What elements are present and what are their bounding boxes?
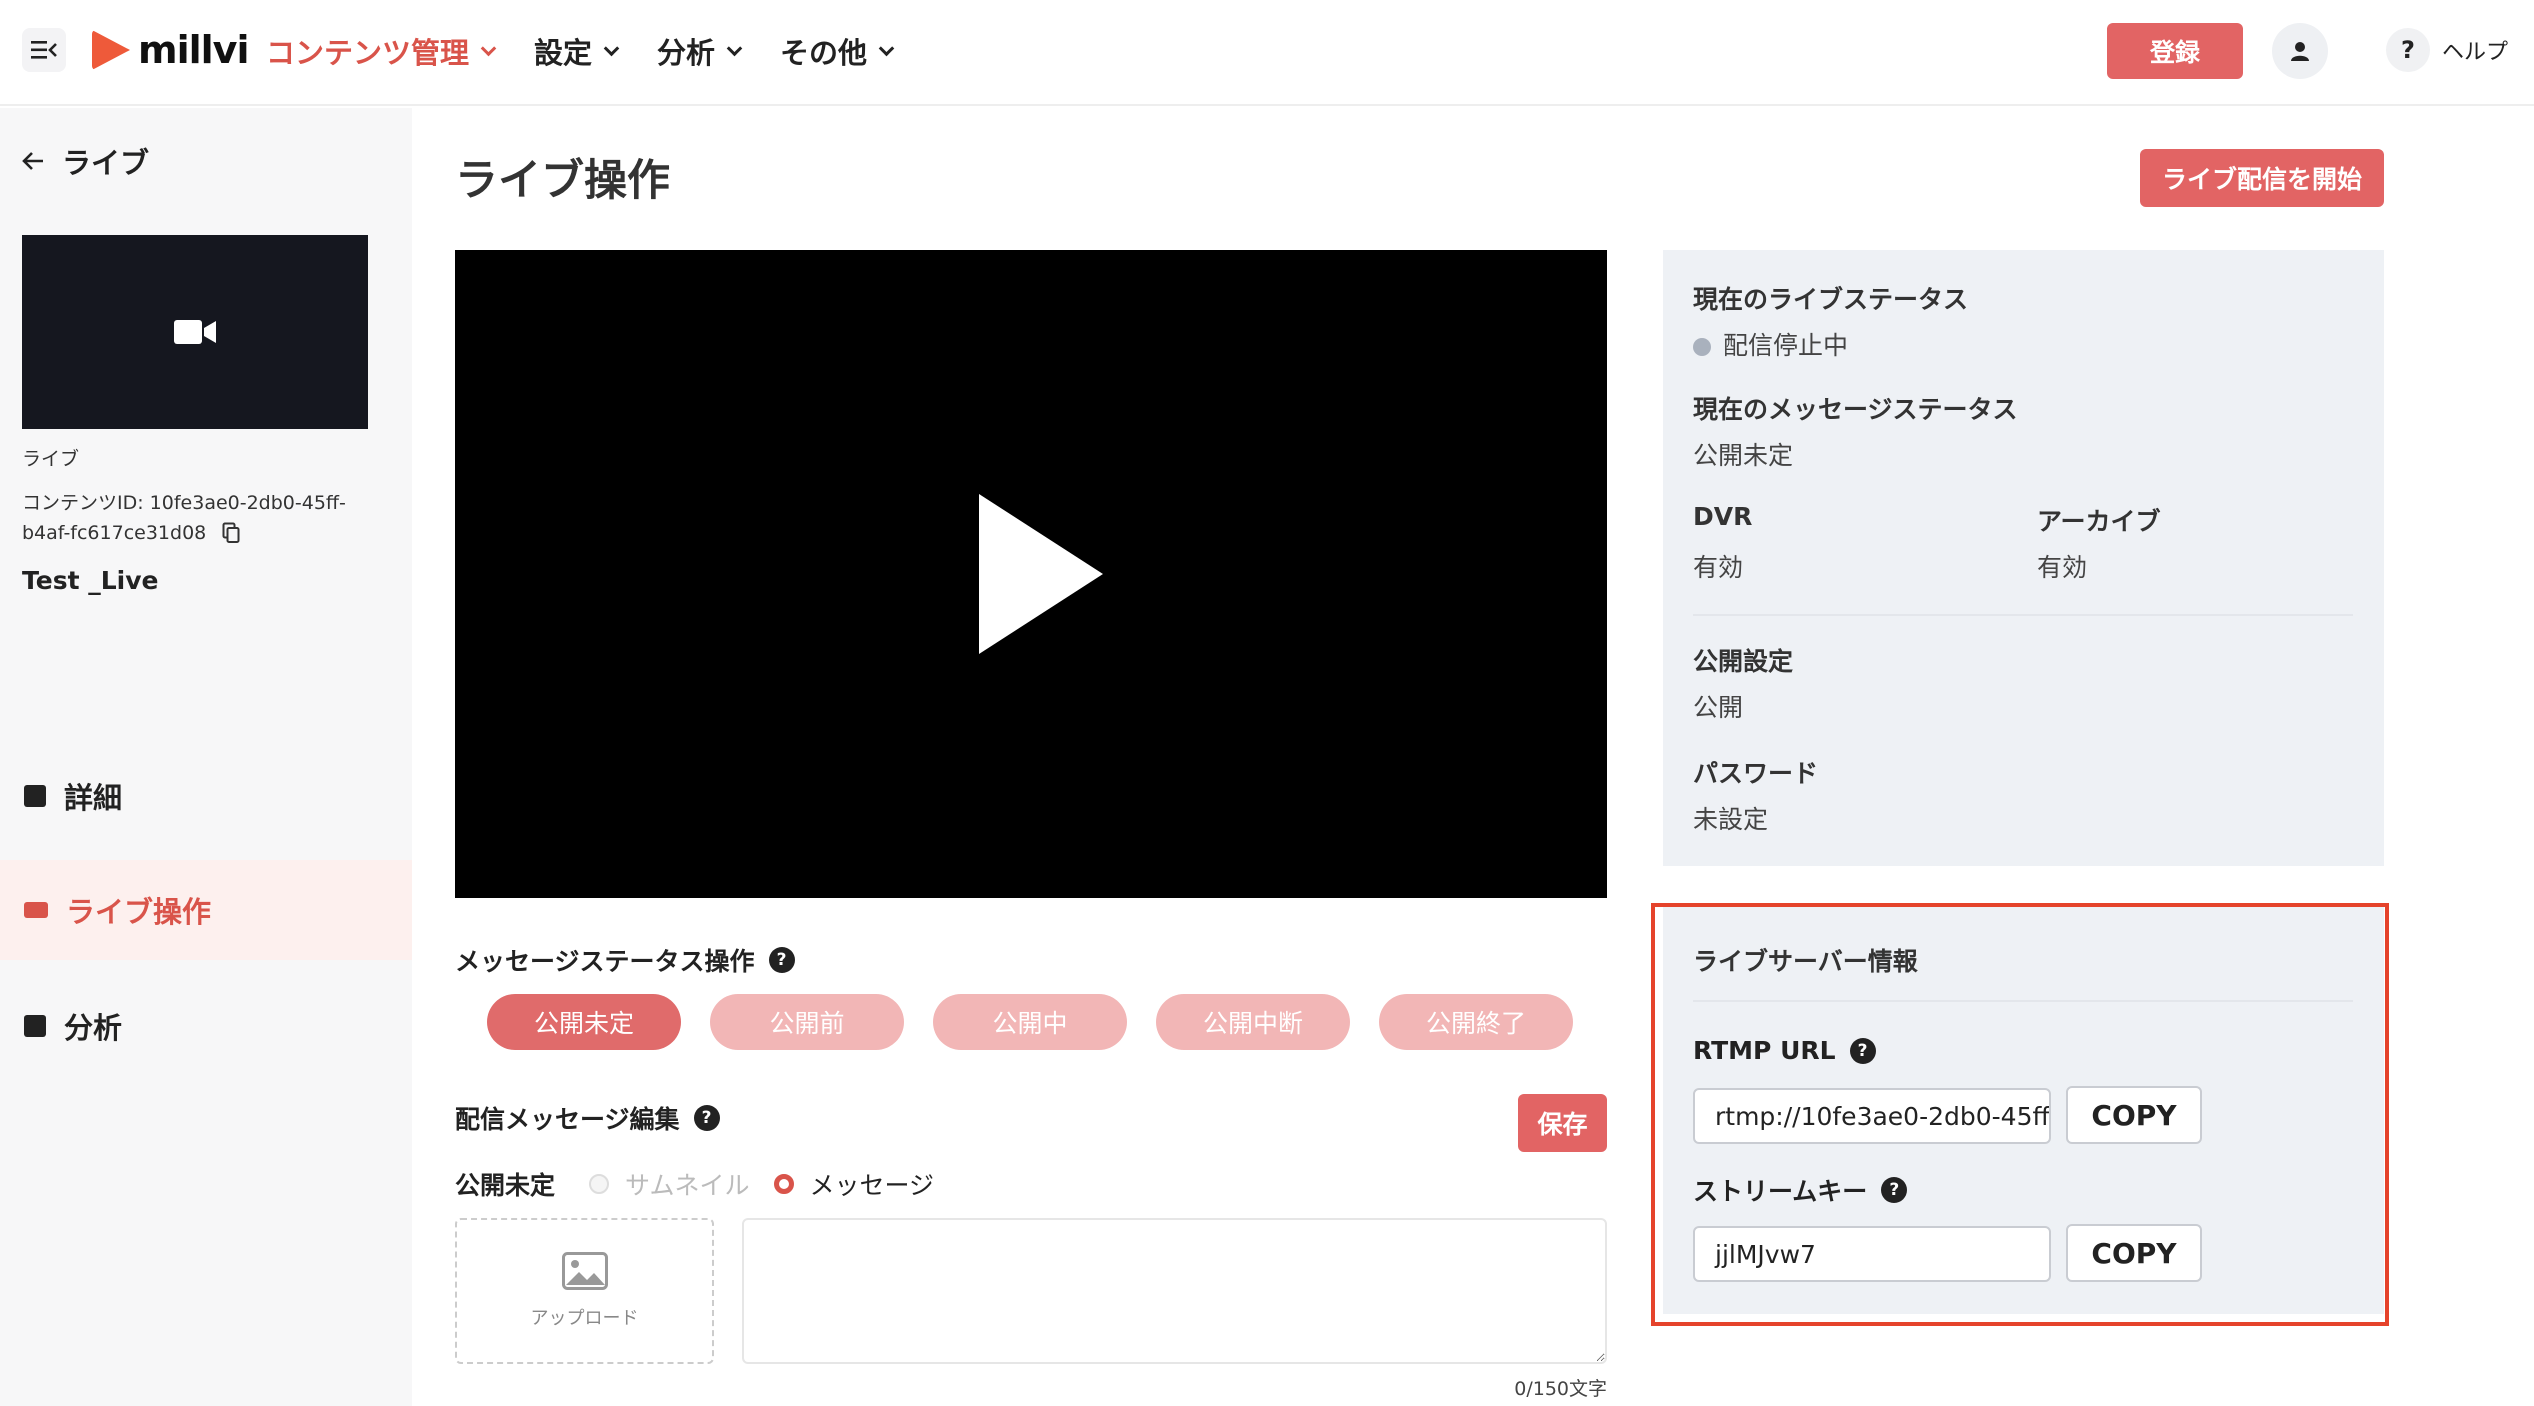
chevron-down-icon [878,40,895,56]
radio-message[interactable] [773,1174,794,1194]
logo-text: millvi [138,28,249,72]
message-status-label: メッセージステータス操作 [455,947,755,976]
radio-message-label: メッセージ [809,1171,935,1200]
live-status-panel: 現在のライブステータス 配信停止中 現在のメッセージステータス 公開未定 DVR… [1663,250,2384,866]
status-pill-live[interactable]: 公開中 [933,994,1127,1050]
dvr-value: 有効 [1693,553,1744,582]
archive-value: 有効 [2037,553,2088,582]
message-status-value: 公開未定 [1693,441,1794,470]
sidebar-item-live-operation[interactable]: ライブ操作 [0,860,412,960]
video-player[interactable] [455,250,1607,898]
nav-label: その他 [780,36,868,70]
help-icon[interactable]: ? [693,1105,720,1131]
back-link[interactable]: ライブ [22,140,149,182]
live-status-heading: 現在のライブステータス [1693,285,1969,314]
arrow-left-icon [22,152,43,170]
save-button[interactable]: 保存 [1518,1094,1607,1152]
content-title: Test _Live [22,566,159,595]
video-camera-icon [174,320,216,344]
message-edit-heading: 配信メッセージ編集 ? [455,1100,720,1136]
radio-thumbnail[interactable] [589,1174,610,1194]
help-icon: ? [2386,28,2430,72]
upload-label: アップロード [530,1308,639,1329]
message-type-row: 公開未定 サムネイル メッセージ [455,1166,934,1202]
bar-chart-icon [24,1015,46,1037]
details-icon [24,785,46,807]
status-dot-icon [1693,338,1711,356]
nav-analytics[interactable]: 分析 [657,30,743,72]
main-nav: コンテンツ管理 設定 分析 その他 [266,30,895,72]
password-heading: パスワード [1693,759,1819,788]
message-edit-label: 配信メッセージ編集 [455,1105,680,1134]
menu-icon [31,41,57,59]
status-pill-ended[interactable]: 公開終了 [1379,994,1573,1050]
sidebar-item-label: ライブ操作 [66,895,212,929]
register-button[interactable]: 登録 [2107,23,2243,79]
help-link[interactable]: ? ヘルプ [2386,28,2508,72]
current-status-label: 公開未定 [455,1171,556,1200]
copy-icon[interactable] [222,522,240,544]
message-textarea[interactable] [742,1218,1607,1364]
sidebar-item-label: 詳細 [64,781,123,815]
message-status-heading: 現在のメッセージステータス [1693,395,2018,424]
dvr-heading: DVR [1693,502,1753,531]
nav-other[interactable]: その他 [780,30,895,72]
logo-icon [92,30,130,70]
visibility-value: 公開 [1693,693,1744,722]
chevron-down-icon [603,40,620,56]
nav-label: 設定 [534,36,593,70]
highlight-box [1651,903,2389,1326]
live-status-value: 配信停止中 [1693,326,1848,362]
help-label: ヘルプ [2442,40,2509,65]
page-title: ライブ操作 [455,156,670,206]
visibility-heading: 公開設定 [1693,647,1794,676]
video-camera-icon [24,902,48,918]
chevron-down-icon [480,40,497,56]
nav-label: 分析 [657,36,716,70]
password-value: 未設定 [1693,805,1769,834]
sidebar-item-details[interactable]: 詳細 [0,746,412,846]
chevron-down-icon [726,40,743,56]
top-navigation: millvi コンテンツ管理 設定 分析 その他 登録 ? ヘルプ [0,0,2534,106]
content-id-text: コンテンツID: 10fe3ae0-2db0-45ff-b4af-fc617ce… [22,492,346,544]
message-status-heading: メッセージステータス操作 ? [455,942,795,978]
character-counter: 0/150文字 [1514,1378,1607,1400]
divider [1693,614,2353,616]
live-status-text: 配信停止中 [1723,331,1849,360]
help-icon[interactable]: ? [768,947,795,973]
content-kind: ライブ [22,448,80,470]
user-menu-button[interactable] [2272,23,2328,79]
sidebar-item-label: 分析 [64,1011,123,1045]
nav-content-management[interactable]: コンテンツ管理 [266,30,497,72]
nav-label: コンテンツ管理 [266,36,470,70]
play-icon[interactable] [979,494,1103,654]
status-pill-group: 公開未定 公開前 公開中 公開中断 公開終了 [487,994,1573,1050]
image-icon [561,1252,608,1290]
live-thumbnail [22,235,368,429]
archive-heading: アーカイブ [2037,507,2161,536]
sidebar-item-analytics[interactable]: 分析 [0,976,412,1076]
status-pill-paused[interactable]: 公開中断 [1156,994,1350,1050]
status-pill-before[interactable]: 公開前 [710,994,904,1050]
menu-toggle-button[interactable] [22,28,66,72]
logo[interactable]: millvi [92,28,249,72]
status-pill-undecided[interactable]: 公開未定 [487,994,681,1050]
nav-settings[interactable]: 設定 [534,30,620,72]
back-label: ライブ [62,146,150,180]
content-id: コンテンツID: 10fe3ae0-2db0-45ff-b4af-fc617ce… [22,488,382,548]
start-live-button[interactable]: ライブ配信を開始 [2140,149,2384,207]
radio-thumbnail-label: サムネイル [625,1171,750,1200]
upload-area[interactable]: アップロード [455,1218,714,1364]
user-icon [2291,42,2309,61]
sidebar: ライブ ライブ コンテンツID: 10fe3ae0-2db0-45ff-b4af… [0,108,412,1406]
